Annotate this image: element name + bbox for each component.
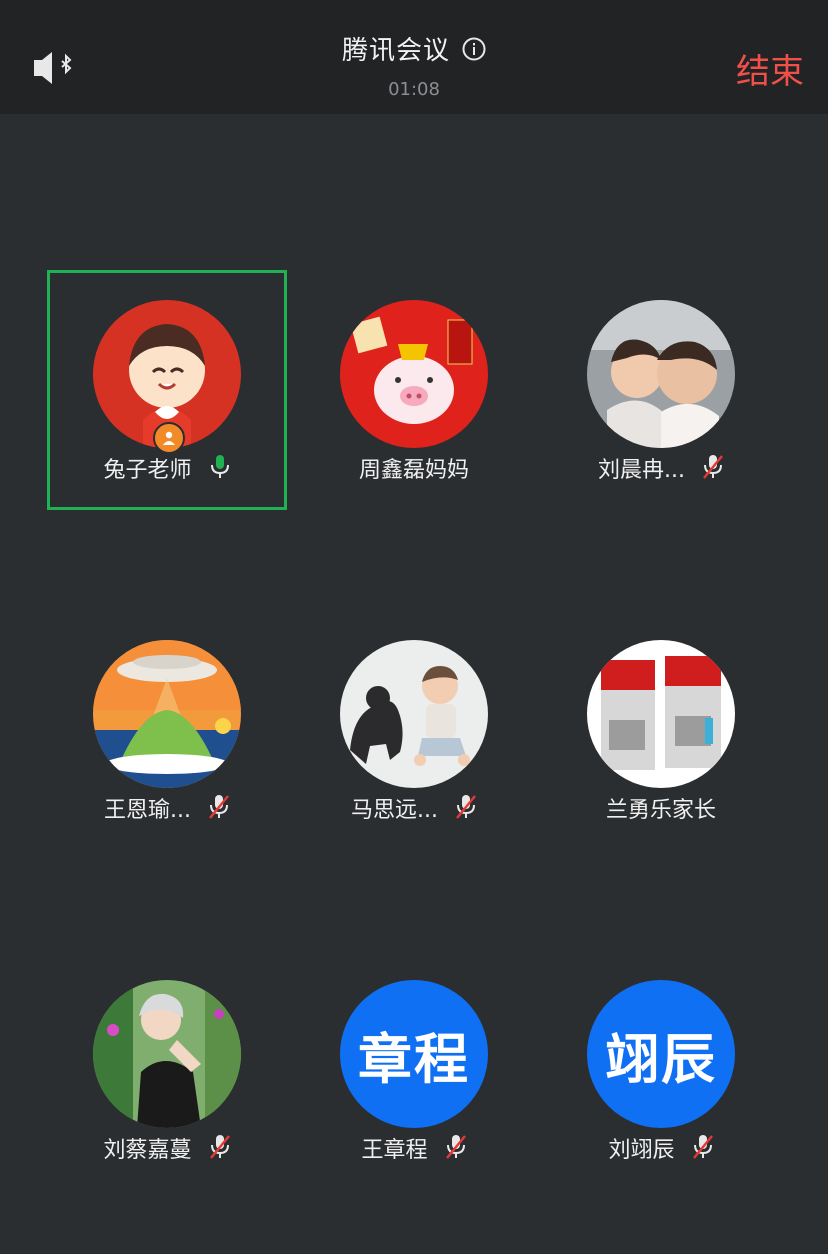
microphone-muted-icon [445, 1134, 467, 1160]
avatar [587, 300, 735, 448]
participant-name: 刘晨冉... [598, 458, 685, 483]
avatar [340, 300, 488, 448]
meeting-title: 腾讯会议 [341, 36, 450, 66]
avatar [93, 980, 241, 1128]
host-badge-icon [153, 422, 185, 454]
participant-name: 刘蔡嘉蔓 [103, 1138, 192, 1163]
participant-name: 刘翊辰 [608, 1138, 675, 1163]
participant-tile[interactable]: 马思远... [294, 610, 534, 850]
participant-tile[interactable]: 周鑫磊妈妈 [294, 270, 534, 510]
microphone-muted-icon [209, 1134, 231, 1160]
participant-tile[interactable]: 刘蔡嘉蔓 [47, 950, 287, 1190]
info-icon[interactable] [462, 37, 486, 61]
participant-name: 兔子老师 [103, 458, 192, 483]
avatar: 翊辰 [587, 980, 735, 1128]
end-meeting-button[interactable]: 结束 [736, 44, 804, 93]
participant-tile[interactable]: 兔子老师 [47, 270, 287, 510]
microphone-muted-icon [702, 454, 724, 480]
participant-tile[interactable]: 刘晨冉... [541, 270, 781, 510]
participant-tile[interactable]: 王恩瑜... [47, 610, 287, 850]
avatar [340, 640, 488, 788]
participant-tile[interactable]: 翊辰 刘翊辰 [541, 950, 781, 1190]
avatar: 章程 [340, 980, 488, 1128]
avatar [93, 640, 241, 788]
participant-name: 王恩瑜... [104, 798, 191, 823]
participant-tile[interactable]: 章程 王章程 [294, 950, 534, 1190]
participant-name: 王章程 [361, 1138, 428, 1163]
microphone-active-icon [209, 454, 231, 480]
meeting-timer: 01:08 [388, 79, 440, 100]
microphone-muted-icon [208, 794, 230, 820]
microphone-muted-icon [455, 794, 477, 820]
participant-name: 兰勇乐家长 [605, 798, 716, 823]
top-bar: 腾讯会议 01:08 结束 [0, 0, 828, 114]
avatar [587, 640, 735, 788]
microphone-muted-icon [692, 1134, 714, 1160]
participant-name: 周鑫磊妈妈 [358, 458, 469, 483]
participant-tile[interactable]: 兰勇乐家长 [541, 610, 781, 850]
participant-name: 马思远... [351, 798, 438, 823]
